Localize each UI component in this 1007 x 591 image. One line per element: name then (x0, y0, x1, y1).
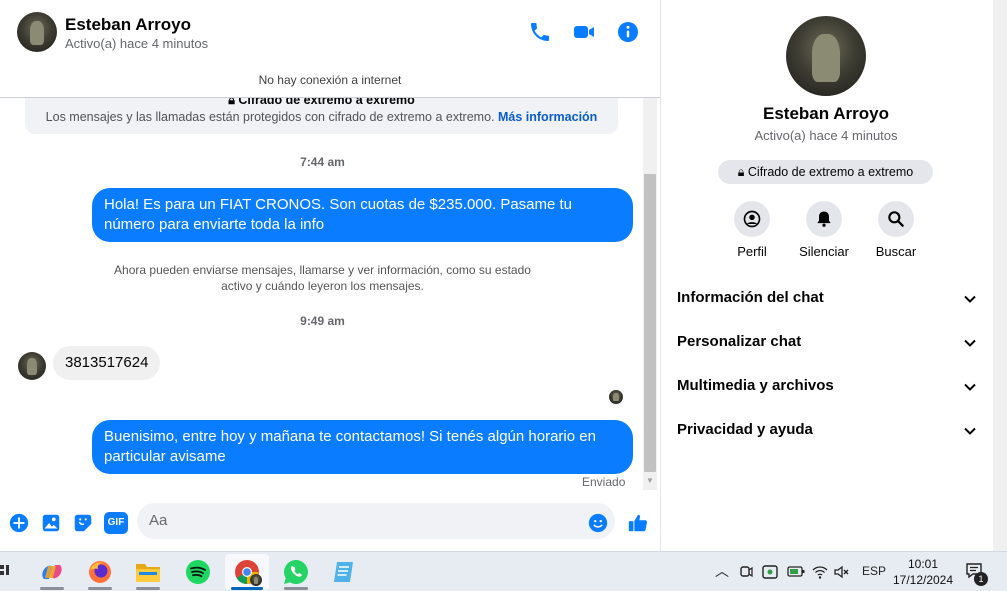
chevron-up-icon[interactable]: ︿ (715, 561, 729, 581)
taskbar-spotify[interactable] (176, 554, 220, 590)
wifi-icon[interactable] (812, 564, 828, 580)
taskbar-copilot[interactable] (30, 554, 74, 590)
chat-pane: Esteban Arroyo Activo(a) hace 4 minutos … (0, 0, 661, 551)
scrollbar-thumb[interactable] (644, 174, 656, 472)
app-root: Esteban Arroyo Activo(a) hace 4 minutos … (0, 0, 1007, 591)
mute-action[interactable]: Silenciar (784, 201, 864, 259)
chevron-down-icon (964, 295, 976, 303)
e2e-title: 🔒︎ Cifrado de extremo a extremo (25, 98, 618, 108)
copilot-icon (42, 565, 62, 579)
notification-badge: 1 (974, 572, 988, 586)
incoming-avatar[interactable] (18, 352, 46, 380)
connection-banner: No hay conexión a internet (0, 64, 660, 98)
plus-icon[interactable] (8, 512, 30, 534)
profile-action[interactable]: Perfil (712, 201, 792, 259)
clock-time: 10:01 (907, 557, 939, 571)
outgoing-message[interactable]: Hola! Es para un FIAT CRONOS. Son cuotas… (92, 188, 633, 242)
folder-icon (136, 564, 160, 582)
firefox-icon (89, 561, 111, 583)
notepad-icon (334, 562, 353, 582)
e2e-notice: 🔒︎ Cifrado de extremo a extremo Los mens… (25, 98, 618, 134)
section-customize-chat[interactable]: Personalizar chat (677, 327, 977, 357)
language-indicator[interactable]: ESP (862, 564, 886, 578)
section-media-files[interactable]: Multimedia y archivos (677, 371, 977, 401)
phone-call-icon[interactable] (528, 20, 552, 44)
contact-status: Activo(a) hace 4 minutos (65, 36, 209, 51)
windows-taskbar: ︿ ESP 10:01 17/12/2024 1 (0, 551, 1007, 591)
video-call-icon[interactable] (572, 20, 596, 44)
lock-icon: 🔒︎ (228, 98, 235, 107)
timestamp: 9:49 am (300, 314, 345, 328)
volume-muted-icon[interactable] (833, 564, 849, 580)
bell-icon (817, 211, 831, 227)
e2e-badge: 🔒︎ Cifrado de extremo a extremo (718, 160, 933, 184)
system-clock[interactable]: 10:01 17/12/2024 (892, 556, 954, 588)
search-icon (888, 211, 904, 227)
details-avatar[interactable] (786, 16, 866, 96)
seen-avatar (609, 390, 623, 404)
image-icon[interactable] (40, 512, 62, 534)
taskbar-whatsapp[interactable] (274, 554, 318, 590)
gif-icon[interactable]: GIF (104, 512, 128, 534)
battery-icon[interactable] (787, 565, 805, 579)
sticker-icon[interactable] (72, 512, 94, 534)
chevron-down-icon (964, 383, 976, 391)
system-notice: Ahora pueden enviarse mensajes, llamarse… (114, 263, 531, 293)
chevron-down-icon (964, 339, 976, 347)
conversation-details-panel: Esteban Arroyo Activo(a) hace 4 minutos … (661, 0, 1007, 551)
spotify-icon (186, 560, 210, 584)
chat-header: Esteban Arroyo Activo(a) hace 4 minutos (0, 0, 660, 64)
taskbar-chrome[interactable] (225, 554, 269, 590)
section-privacy-help[interactable]: Privacidad y ayuda (677, 415, 977, 445)
sent-status: Enviado (582, 475, 626, 489)
mute-label: Silenciar (799, 244, 849, 259)
section-chat-info[interactable]: Información del chat (677, 283, 977, 313)
emoji-icon[interactable] (587, 512, 609, 534)
details-name: Esteban Arroyo (763, 104, 889, 123)
message-scrollbar[interactable] (643, 98, 657, 490)
panel-scrollbar[interactable] (993, 0, 1007, 551)
taskbar-notepad[interactable] (322, 554, 366, 590)
composer: GIF Aa (0, 494, 660, 551)
like-icon[interactable] (627, 512, 649, 534)
taskbar-file-explorer[interactable] (126, 554, 170, 590)
widgets-icon[interactable] (0, 564, 10, 580)
message-input[interactable]: Aa (137, 503, 615, 539)
chrome-profile-avatar (250, 574, 262, 586)
message-list: 🔒︎ Cifrado de extremo a extremo Los mens… (0, 98, 660, 494)
clock-date: 17/12/2024 (892, 573, 954, 587)
contact-avatar[interactable] (17, 12, 57, 52)
search-action[interactable]: Buscar (856, 201, 936, 259)
search-label: Buscar (875, 244, 917, 259)
lock-icon: 🔒︎ (737, 165, 745, 179)
contact-name[interactable]: Esteban Arroyo (65, 15, 191, 35)
timestamp: 7:44 am (300, 155, 345, 169)
profile-label: Perfil (737, 244, 767, 259)
meet-now-icon[interactable] (739, 564, 753, 580)
outgoing-message[interactable]: Buenisimo, entre hoy y mañana te contact… (92, 420, 633, 474)
e2e-text: Los mensajes y las llamadas están proteg… (45, 110, 598, 124)
details-status: Activo(a) hace 4 minutos (754, 128, 898, 143)
chevron-down-icon (964, 427, 976, 435)
info-icon[interactable] (616, 20, 640, 44)
antivirus-icon[interactable] (762, 564, 778, 580)
whatsapp-icon (283, 560, 308, 584)
scroll-down-arrow[interactable]: ▼ (645, 476, 655, 486)
taskbar-firefox[interactable] (78, 554, 122, 590)
more-info-link[interactable]: Más información (498, 110, 597, 124)
profile-icon (743, 210, 761, 228)
incoming-message[interactable]: 3813517624 (53, 346, 161, 380)
